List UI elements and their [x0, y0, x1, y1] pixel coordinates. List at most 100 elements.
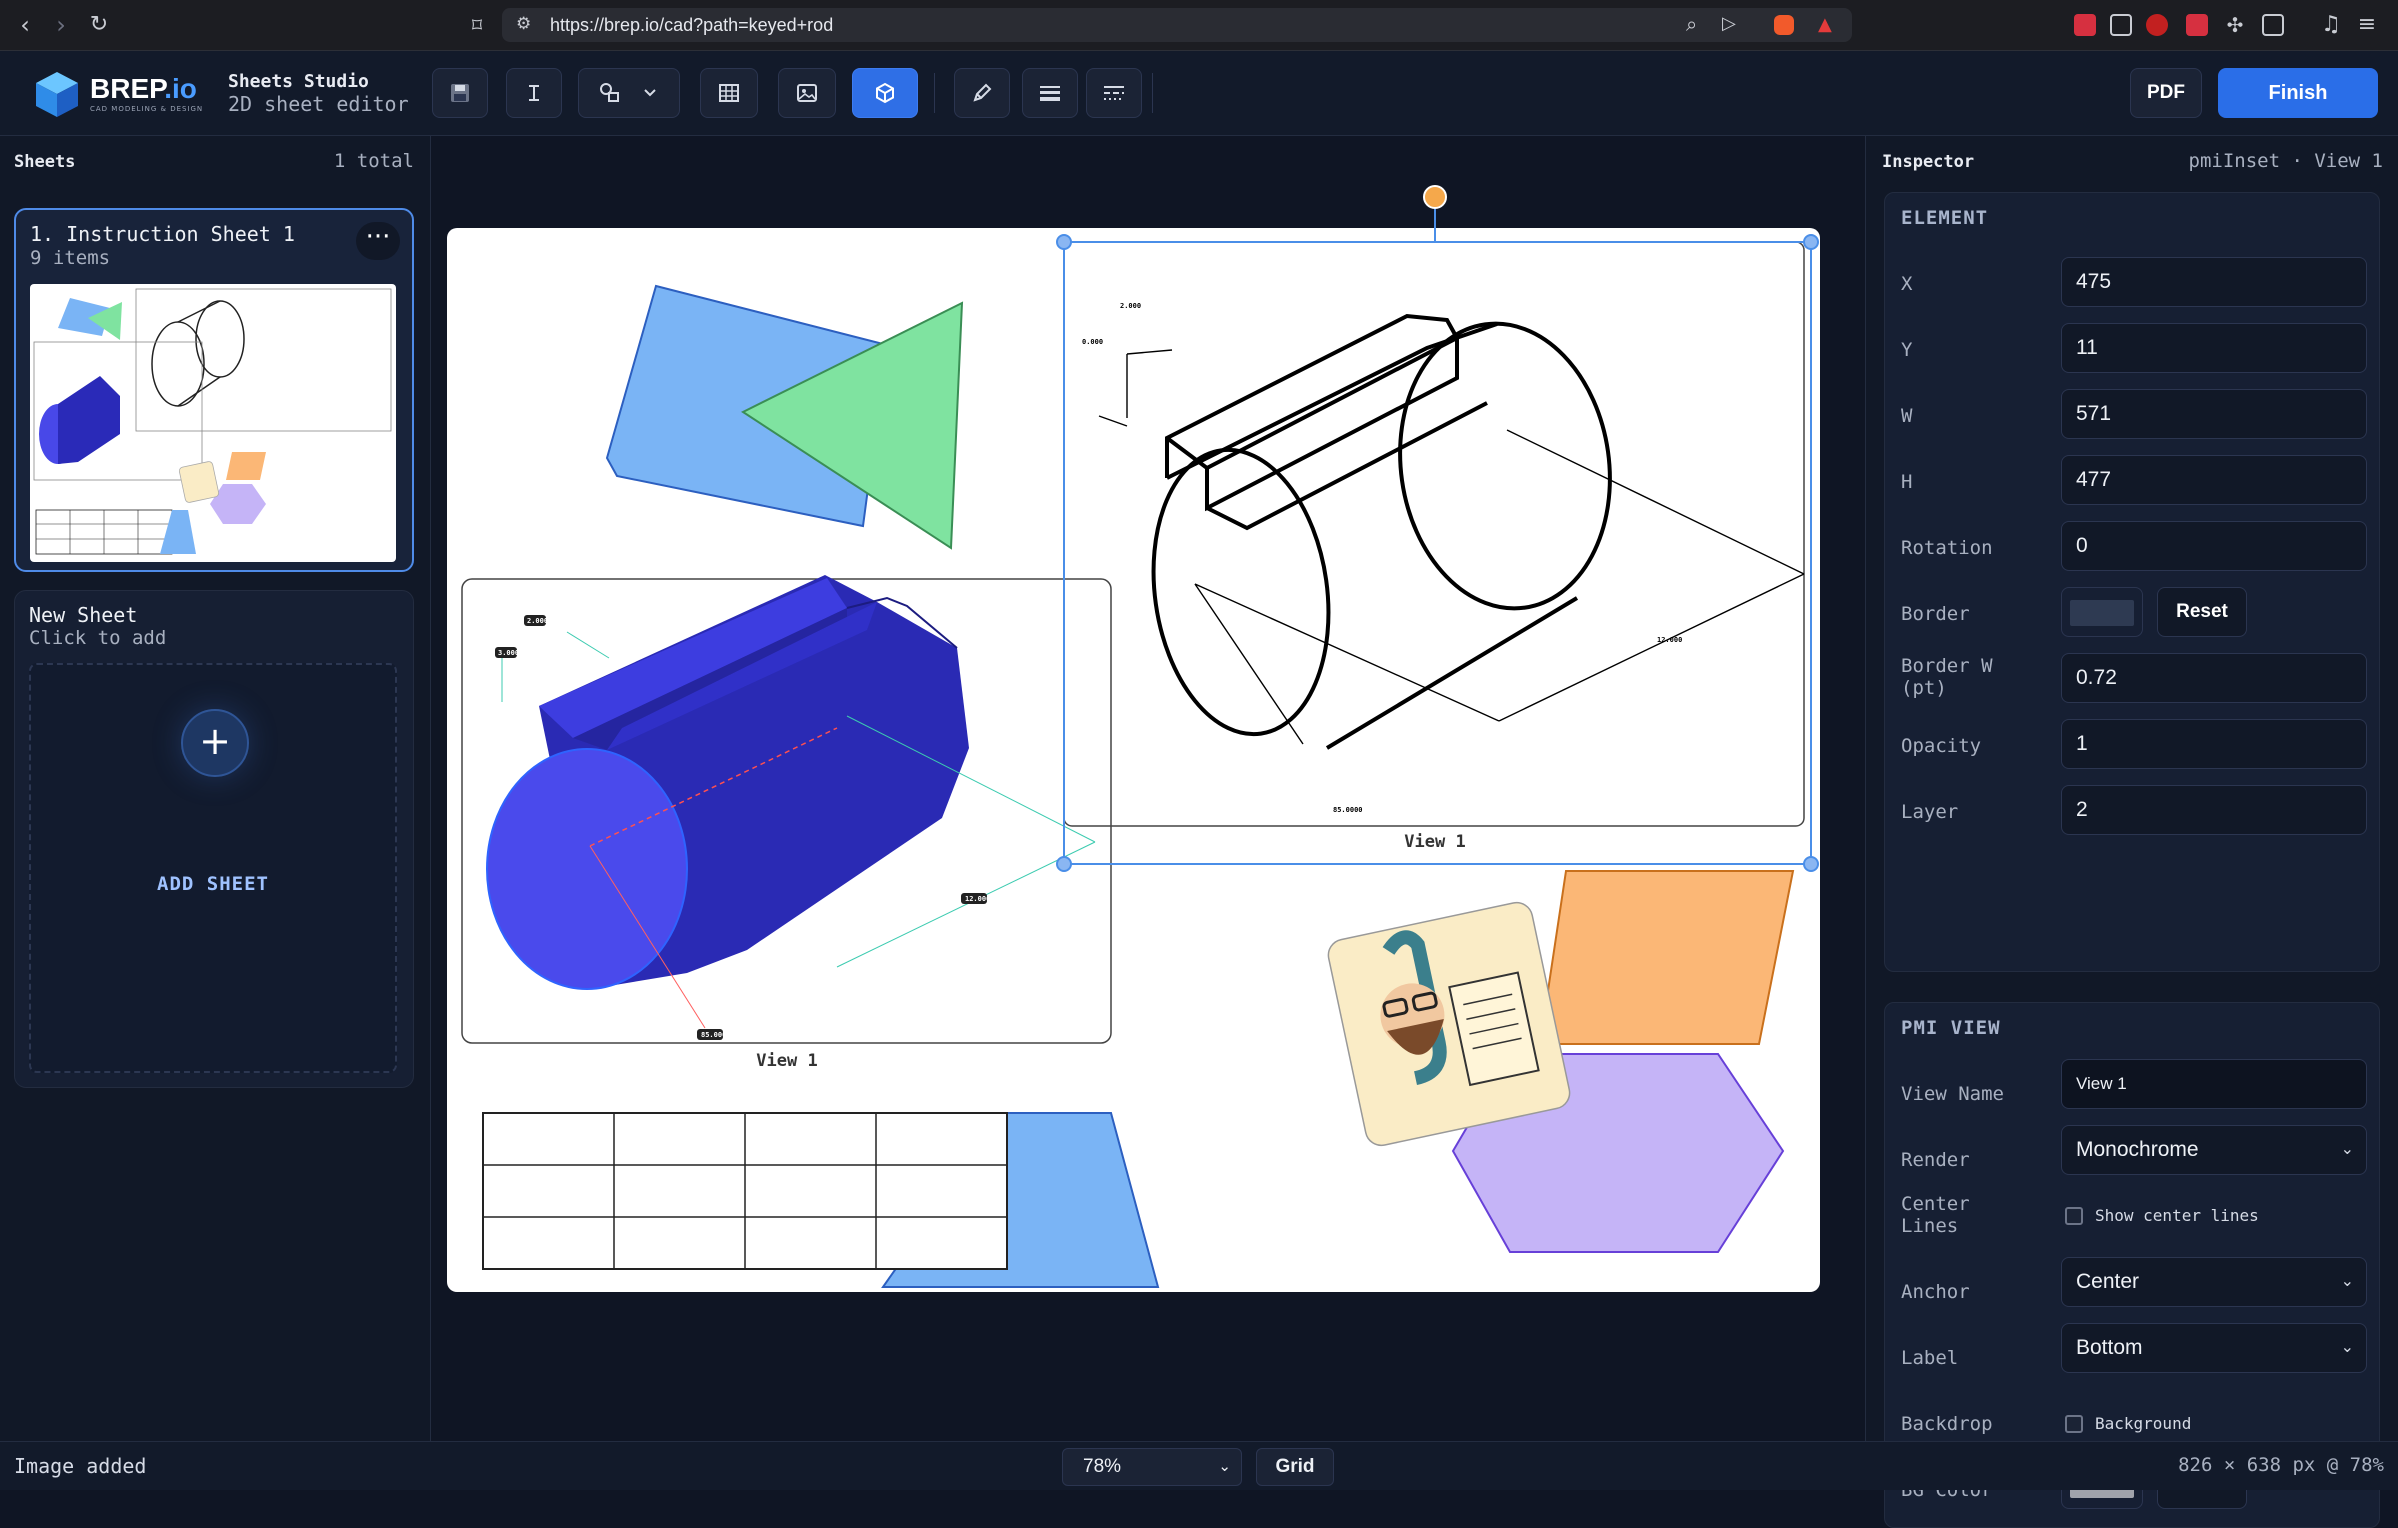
back-icon[interactable]: ‹ [10, 10, 40, 40]
w-label: W [1901, 405, 1913, 427]
sheet-menu-button[interactable]: ··· [356, 222, 400, 260]
new-sheet-card[interactable]: New Sheet Click to add + ADD SHEET [14, 590, 414, 1088]
pencil-icon [973, 83, 992, 102]
resize-handle[interactable] [1056, 856, 1072, 872]
send-icon[interactable]: ▷ [1722, 13, 1736, 34]
zoom-icon[interactable]: ⌕ [1686, 12, 1697, 36]
line-weight-icon [1040, 86, 1060, 101]
render-label: Render [1901, 1149, 1970, 1171]
layer-label: Layer [1901, 801, 1959, 823]
y-label: Y [1901, 339, 1913, 361]
menu-icon[interactable]: ≡ [2352, 10, 2382, 40]
svg-text:3.000: 3.000 [498, 649, 519, 657]
image-icon [797, 84, 817, 102]
view-label: View 1 [1404, 832, 1465, 852]
site-settings-icon[interactable]: ⚙ [516, 14, 531, 34]
view-name-label: View Name [1901, 1083, 2004, 1105]
add-sheet-button[interactable]: ADD SHEET [31, 873, 395, 895]
table-element[interactable] [482, 1112, 1008, 1270]
text-tool-button[interactable] [506, 68, 562, 118]
opacity-input[interactable]: 1 [2061, 719, 2367, 769]
studio-subtitle: 2D sheet editor [228, 92, 409, 116]
line-weight-button[interactable] [1022, 68, 1078, 118]
border-color-swatch[interactable] [2061, 587, 2143, 637]
label-position-label: Label [1901, 1347, 1959, 1369]
label-position-select[interactable]: Bottom ⌄ [2061, 1323, 2367, 1373]
line-style-button[interactable] [1086, 68, 1142, 118]
finish-button[interactable]: Finish [2218, 68, 2378, 118]
mascot-image[interactable] [1325, 900, 1572, 1149]
x-input[interactable]: 475 [2061, 257, 2367, 307]
resize-handle[interactable] [1803, 856, 1819, 872]
center-lines-checkbox[interactable] [2065, 1207, 2083, 1225]
pdf-button[interactable]: PDF [2130, 68, 2202, 118]
w-input[interactable]: 571 [2061, 389, 2367, 439]
url-text[interactable]: https://brep.io/cad?path=keyed+rod [550, 8, 833, 42]
chevron-down-icon: ⌄ [1218, 1458, 1231, 1475]
sheet-thumbnail[interactable] [30, 284, 396, 562]
bookmark-icon[interactable]: ⌑ [462, 10, 492, 40]
text-cursor-icon [529, 85, 539, 101]
border-width-input[interactable]: 0.72 [2061, 653, 2367, 703]
svg-text:85.0000: 85.0000 [1333, 806, 1363, 814]
rotate-handle[interactable] [1423, 185, 1447, 209]
address-bar[interactable]: ⚙ https://brep.io/cad?path=keyed+rod ⌕ ▷… [502, 8, 1852, 42]
reload-icon[interactable]: ↻ [84, 10, 114, 40]
pmi-view-tool-button[interactable] [852, 68, 918, 118]
sheet-item-count: 9 items [30, 247, 111, 269]
svg-text:2.000: 2.000 [527, 617, 548, 625]
puzzle-icon[interactable]: ✣ [2220, 10, 2250, 40]
wallet-icon[interactable] [2262, 14, 2284, 36]
backdrop-text: Background [2095, 1414, 2192, 1433]
line-style-icon [1104, 86, 1124, 100]
y-input[interactable]: 11 [2061, 323, 2367, 373]
save-button[interactable] [432, 68, 488, 118]
brave-shield-icon[interactable] [1774, 15, 1794, 35]
sheet-canvas[interactable]: 2.000 3.000 12.000 85.000 View 1 2.000 0… [447, 228, 1820, 1292]
h-input[interactable]: 477 [2061, 455, 2367, 505]
orange-parallelogram-shape[interactable] [1538, 870, 1795, 1045]
plus-icon[interactable]: + [181, 709, 249, 777]
sheet-title: 1. Instruction Sheet 1 [30, 222, 295, 246]
table-tool-button[interactable] [700, 68, 758, 118]
resize-handle[interactable] [1056, 234, 1072, 250]
shapes-dropdown-button[interactable] [578, 68, 680, 118]
render-select[interactable]: Monochrome ⌄ [2061, 1125, 2367, 1175]
backdrop-checkbox[interactable] [2065, 1415, 2083, 1433]
sheets-total: 1 total [333, 150, 414, 172]
opacity-label: Opacity [1901, 735, 1982, 757]
sheets-panel-title: Sheets [14, 152, 76, 172]
image-tool-button[interactable] [778, 68, 836, 118]
media-icon[interactable]: ♫ [2316, 10, 2346, 40]
extension-icon[interactable] [2074, 14, 2096, 36]
rotation-input[interactable]: 0 [2061, 521, 2367, 571]
status-bar: Image added 78% ⌄ Grid 826 × 638 px @ 78% [0, 1441, 2398, 1490]
zoom-select[interactable]: 78% ⌄ [1062, 1448, 1242, 1486]
app-header: BREP.io CAD MODELING & DESIGN Sheets Stu… [0, 51, 2398, 136]
border-width-label: Border W (pt) [1901, 655, 1993, 699]
draw-tool-button[interactable] [954, 68, 1010, 118]
extension-icon[interactable] [2186, 14, 2208, 36]
pmi-view-frame[interactable] [1063, 241, 1805, 827]
sheet-card[interactable]: 1. Instruction Sheet 1 9 items ··· [14, 208, 414, 572]
grid-toggle-button[interactable]: Grid [1256, 1448, 1334, 1486]
selection-box[interactable] [1063, 228, 1812, 865]
layer-input[interactable]: 2 [2061, 785, 2367, 835]
pmi-view-group-title: PMI VIEW [1901, 1017, 2001, 1039]
extension-icon[interactable] [2110, 14, 2132, 36]
view-name-input[interactable]: View 1 [2061, 1059, 2367, 1109]
add-sheet-dropzone[interactable]: + ADD SHEET [29, 663, 397, 1073]
anchor-label: Anchor [1901, 1281, 1970, 1303]
table-icon [719, 84, 739, 102]
resize-handle[interactable] [1803, 234, 1819, 250]
new-sheet-subtitle: Click to add [29, 627, 167, 649]
canvas-dimensions: 826 × 638 px @ 78% [2178, 1454, 2384, 1476]
border-reset-button[interactable]: Reset [2157, 587, 2247, 637]
anchor-select[interactable]: Center ⌄ [2061, 1257, 2367, 1307]
inspector-panel: Inspector pmiInset · View 1 ELEMENT X 47… [1865, 136, 2398, 1528]
ublock-icon[interactable] [2146, 14, 2168, 36]
chevron-down-icon: ⌄ [2340, 1273, 2354, 1290]
brave-rewards-icon[interactable]: ▲ [1818, 14, 1832, 35]
svg-text:0.000: 0.000 [1082, 338, 1103, 346]
forward-icon[interactable]: › [46, 10, 76, 40]
